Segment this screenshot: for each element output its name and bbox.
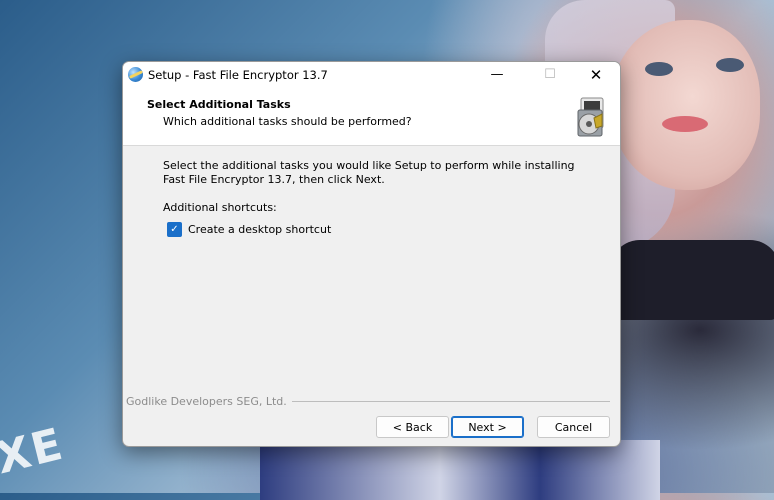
shortcuts-group-label: Additional shortcuts: bbox=[163, 201, 277, 214]
close-button[interactable]: ✕ bbox=[573, 62, 619, 87]
publisher-branding: Godlike Developers SEG, Ltd. bbox=[126, 395, 287, 408]
wallpaper-face bbox=[610, 20, 760, 190]
wallpaper-dress bbox=[260, 440, 660, 500]
title-bar[interactable]: Setup - Fast File Encryptor 13.7 — ☐ ✕ bbox=[123, 62, 620, 87]
branding-divider bbox=[291, 401, 610, 402]
wallpaper-eye bbox=[716, 58, 744, 72]
wallpaper-watermark: XE bbox=[0, 418, 70, 485]
wallpaper-collar bbox=[610, 240, 774, 320]
page-subtitle: Which additional tasks should be perform… bbox=[163, 115, 412, 128]
cancel-button[interactable]: Cancel bbox=[537, 416, 610, 438]
setup-app-icon bbox=[128, 67, 143, 82]
minimize-button[interactable]: — bbox=[474, 62, 520, 87]
page-title: Select Additional Tasks bbox=[147, 98, 291, 111]
next-button[interactable]: Next > bbox=[451, 416, 524, 438]
wallpaper-eye bbox=[645, 62, 673, 76]
desktop-shortcut-label[interactable]: Create a desktop shortcut bbox=[188, 223, 331, 236]
back-button[interactable]: < Back bbox=[376, 416, 449, 438]
branding-row: Godlike Developers SEG, Ltd. bbox=[126, 395, 610, 408]
setup-dialog: Setup - Fast File Encryptor 13.7 — ☐ ✕ S… bbox=[122, 61, 621, 447]
installer-box-icon bbox=[577, 97, 604, 137]
window-title: Setup - Fast File Encryptor 13.7 bbox=[148, 68, 328, 82]
wizard-header: Select Additional Tasks Which additional… bbox=[123, 87, 620, 146]
desktop-shortcut-option[interactable]: ✓ Create a desktop shortcut bbox=[167, 222, 331, 237]
wallpaper-lips bbox=[662, 116, 708, 132]
desktop-shortcut-checkbox[interactable]: ✓ bbox=[167, 222, 182, 237]
wizard-content: Select the additional tasks you would li… bbox=[123, 146, 620, 446]
maximize-button: ☐ bbox=[544, 67, 556, 82]
task-description: Select the additional tasks you would li… bbox=[163, 159, 575, 186]
